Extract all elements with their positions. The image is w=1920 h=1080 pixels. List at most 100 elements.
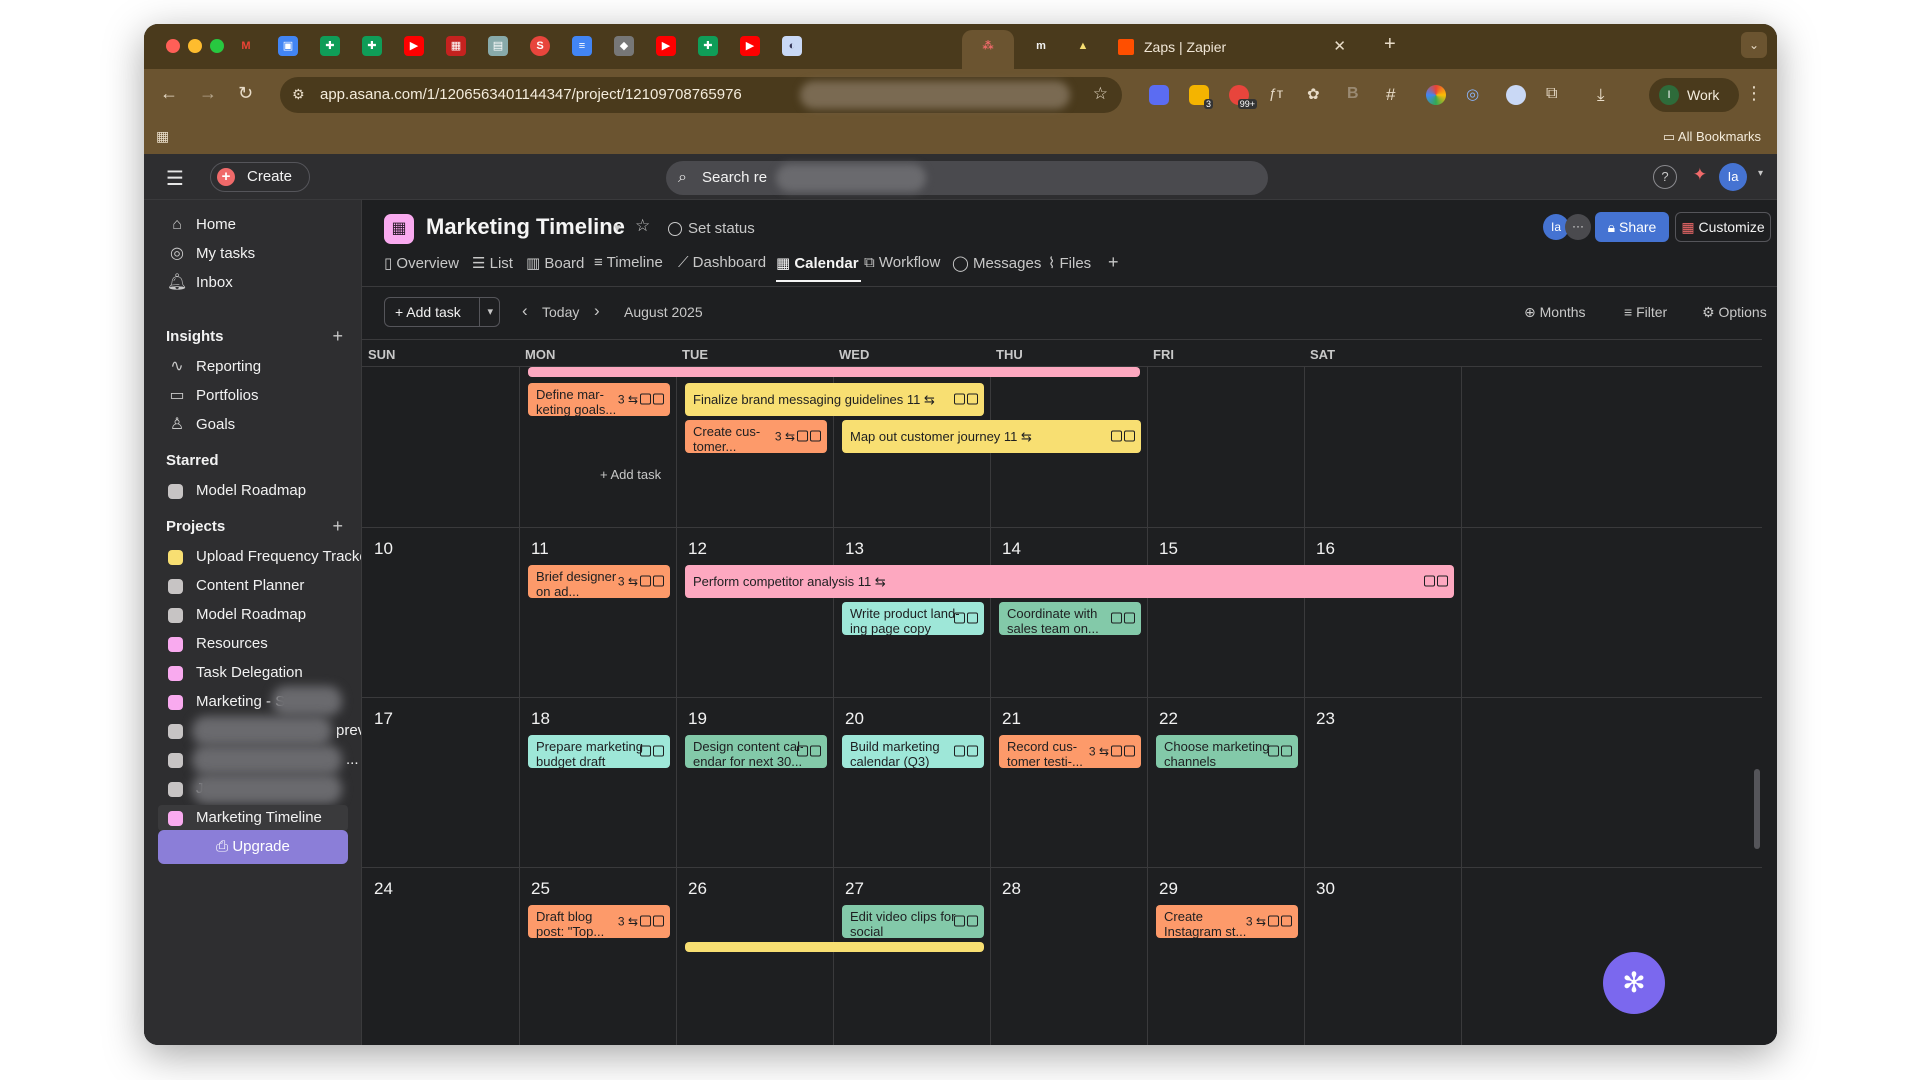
starred-heading[interactable]: Starred (166, 452, 219, 469)
docs-tab-icon[interactable]: ≡ (572, 36, 592, 56)
tab-search-button[interactable]: ⌄ (1741, 32, 1767, 58)
vertical-scrollbar[interactable] (1754, 769, 1760, 849)
project-item[interactable]: Marketing - S (166, 689, 285, 715)
calendar-task[interactable]: Create cus- tomer... 3 ⇆ (685, 420, 827, 453)
sidebar-item-portfolios[interactable]: ▭ Portfolios (166, 383, 258, 409)
extension-icon[interactable]: 99+ (1229, 85, 1257, 109)
app-tab-icon[interactable]: ▦ (446, 36, 466, 56)
calendar-task-bar[interactable] (685, 942, 984, 952)
set-status-button[interactable]: Set status (668, 220, 755, 237)
project-item[interactable]: Model Roadmap (166, 602, 306, 628)
reload-icon[interactable]: ↻ (238, 83, 253, 104)
calendar-task[interactable]: Define mar- keting goals... 3 ⇆ (528, 383, 670, 416)
extensions-puzzle-icon[interactable]: ⧉ (1546, 85, 1566, 105)
ai-sparkle-icon[interactable]: ✦ (1693, 165, 1707, 185)
sheets-tab-icon[interactable]: ✚ (362, 36, 382, 56)
upgrade-button[interactable]: ⎙ Upgrade (158, 830, 348, 864)
previous-month-icon[interactable]: ‹ (522, 301, 528, 321)
youtube-tab-icon[interactable]: ▶ (740, 36, 760, 56)
extension-icon[interactable]: ◎ (1466, 85, 1486, 105)
app-tab-icon[interactable]: ◐ (782, 36, 802, 56)
customize-button[interactable]: ▦ Customize (1675, 212, 1771, 242)
close-tab-icon[interactable]: ✕ (1333, 34, 1346, 60)
months-button[interactable]: ⊕ Months (1524, 304, 1586, 321)
calendar-tab-icon[interactable]: ▣ (278, 36, 298, 56)
bookmark-star-icon[interactable]: ☆ (1093, 84, 1108, 104)
today-button[interactable]: Today (542, 304, 579, 320)
site-info-icon[interactable]: ⚙ (292, 86, 305, 103)
forward-icon[interactable]: → (199, 83, 217, 104)
sidebar-item-reporting[interactable]: ∿ Reporting (166, 354, 261, 380)
tab-overview[interactable]: ▯ Overview (384, 254, 459, 272)
back-icon[interactable]: ← (160, 83, 178, 104)
puzzle-extension-icon[interactable]: ✿ (1307, 85, 1327, 105)
app-tab-icon[interactable]: S (530, 36, 550, 56)
maximize-window-button[interactable] (210, 39, 224, 53)
drive-tab-icon[interactable]: ▲ (1073, 36, 1093, 56)
new-tab-button[interactable]: + (1384, 33, 1396, 56)
calendar-task[interactable]: Map out customer journey 11 ⇆ (842, 420, 1141, 453)
sidebar-item-home[interactable]: ⌂ Home (166, 212, 236, 238)
add-insight-icon[interactable]: + (332, 326, 343, 347)
calendar-task[interactable]: Brief designer on ad... 3 ⇆ (528, 565, 670, 598)
calendar-task[interactable]: Draft blog post: "Top... 3 ⇆ (528, 905, 670, 938)
project-item[interactable]: Resources (166, 631, 268, 657)
project-item-active[interactable]: Marketing Timeline (158, 805, 348, 831)
share-button[interactable]: 🔒︎ Share (1595, 212, 1669, 242)
script-extension-icon[interactable]: ƒт (1269, 85, 1289, 105)
apps-grid-icon[interactable]: ▦ (156, 128, 169, 145)
browser-menu-icon[interactable]: ⋮ (1745, 83, 1763, 104)
projects-heading[interactable]: Projects (166, 518, 225, 535)
profile-chip[interactable]: I Work (1649, 78, 1739, 112)
sidebar-item-goals[interactable]: ♙ Goals (166, 412, 235, 438)
user-avatar[interactable]: Ia (1719, 163, 1747, 191)
starred-item-model-roadmap[interactable]: Model Roadmap (166, 478, 306, 504)
chevron-down-icon[interactable]: ▾ (487, 298, 493, 326)
project-item[interactable]: Upload Frequency Tracker (166, 544, 361, 570)
calendar-task[interactable]: Edit video clips for social (842, 905, 984, 938)
add-task-button[interactable]: + Add task ▾ (384, 297, 500, 327)
cube-tab-icon[interactable]: ◆ (614, 36, 634, 56)
app-tab-icon[interactable]: m (1031, 36, 1051, 56)
chevron-down-icon[interactable]: ▾ (614, 220, 621, 236)
insights-heading[interactable]: Insights (166, 328, 224, 345)
address-bar[interactable]: ⚙ app.asana.com/1/1206563401144347/proje… (280, 77, 1122, 113)
search-input[interactable]: ⌕ Search re (666, 161, 1268, 195)
tab-list[interactable]: ☰ List (472, 254, 513, 272)
tab-files[interactable]: ⌇ Files (1048, 254, 1091, 272)
color-extension-icon[interactable] (1426, 85, 1446, 105)
extension-icon[interactable]: 3 (1189, 85, 1213, 109)
calendar-task[interactable]: Create Instagram st... 3 ⇆ (1156, 905, 1298, 938)
extension-icon[interactable] (1149, 85, 1169, 105)
inline-add-task-button[interactable]: + Add task (600, 467, 661, 482)
project-item[interactable]: Content Planner (166, 573, 304, 599)
youtube-tab-icon[interactable]: ▶ (656, 36, 676, 56)
ai-assistant-button[interactable]: ✻ (1603, 952, 1665, 1014)
calendar-task-bar[interactable] (528, 367, 1140, 377)
sheets-tab-icon[interactable]: ✚ (320, 36, 340, 56)
extension-icon[interactable] (1506, 85, 1526, 105)
calendar-task[interactable]: Coordinate with sales team on... (999, 602, 1141, 635)
filter-button[interactable]: ≡ Filter (1624, 304, 1667, 320)
b-extension-icon[interactable]: B (1347, 85, 1367, 105)
tab-workflow[interactable]: ⧉ Workflow (864, 254, 940, 271)
youtube-tab-icon[interactable]: ▶ (404, 36, 424, 56)
calendar-task[interactable]: Prepare marketing budget draft (528, 735, 670, 768)
zapier-tab[interactable]: Zaps | Zapier ✕ (1114, 34, 1354, 60)
tab-timeline[interactable]: ≡ Timeline (594, 254, 663, 271)
tab-board[interactable]: ▥ Board (526, 254, 584, 272)
all-bookmarks[interactable]: ▭ All Bookmarks (1663, 129, 1761, 145)
add-tab-icon[interactable]: + (1108, 252, 1119, 273)
downloads-icon[interactable]: ⤓ (1597, 85, 1617, 105)
tab-messages[interactable]: ◯ Messages (952, 254, 1041, 272)
options-button[interactable]: ⚙ Options (1702, 304, 1767, 321)
calendar-task[interactable]: Finalize brand messaging guidelines 11 ⇆ (685, 383, 984, 416)
active-asana-tab[interactable]: ⁂ (962, 30, 1014, 69)
tab-calendar[interactable]: ▦ Calendar (776, 254, 859, 272)
create-button[interactable]: + Create (210, 162, 310, 192)
minimize-window-button[interactable] (188, 39, 202, 53)
next-month-icon[interactable]: › (594, 301, 600, 321)
add-project-icon[interactable]: + (332, 516, 343, 537)
calendar-task[interactable]: Write product land- ing page copy (842, 602, 984, 635)
calendar-task[interactable]: Choose marketing channels (1156, 735, 1298, 768)
